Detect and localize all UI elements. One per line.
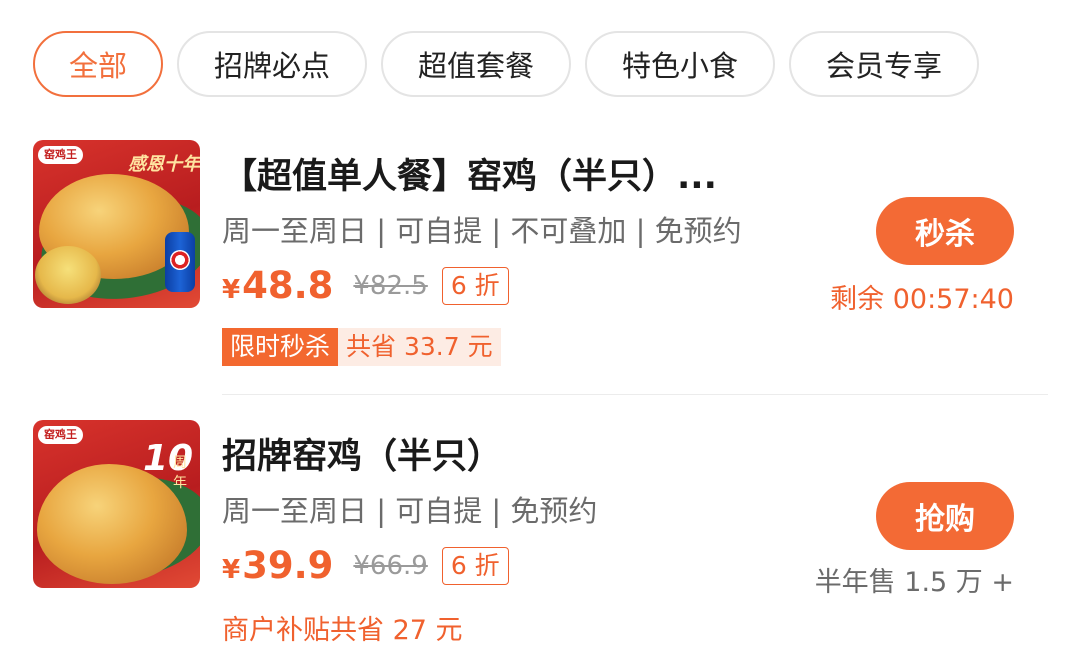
original-price: ¥82.5 [353,270,428,301]
discount-badge: 6 折 [441,546,509,585]
flash-sale-badge: 限时秒杀 共省 33.7 元 [222,328,501,366]
category-tabs: 全部 招牌必点 超值套餐 特色小食 会员专享 [33,31,979,97]
product-image[interactable]: 窑鸡王 感恩十年 [33,140,200,308]
product-terms: 周一至周日 | 可自提 | 免预约 [222,494,598,528]
product-title[interactable]: 【超值单人餐】窑鸡（半只）... [222,148,717,199]
currency-symbol: ¥ [222,275,241,305]
product-terms: 周一至周日 | 可自提 | 不可叠加 | 免预约 [222,214,742,248]
currency-symbol: ¥ [222,555,241,585]
fried-rice-image [35,246,101,304]
divider [222,394,1048,395]
anniversary-label: 周年 [173,455,187,491]
savings-text: 共省 33.7 元 [338,328,501,366]
price-value: 48.8 [242,264,334,307]
brand-logo: 窑鸡王 [38,426,83,444]
flash-sale-tag: 限时秒杀 [222,328,339,366]
discount-badge: 6 折 [441,266,509,305]
deal-card-single-meal[interactable]: 窑鸡王 感恩十年 【超值单人餐】窑鸡（半只）... 周一至周日 | 可自提 | … [0,140,1080,372]
brand-logo: 窑鸡王 [38,146,83,164]
flash-sale-button[interactable]: 秒杀 [876,197,1014,265]
tab-value-combo[interactable]: 超值套餐 [381,31,571,97]
price-row: ¥ 39.9 ¥66.9 6 折 [222,544,509,587]
product-image[interactable]: 窑鸡王 10 周年 [33,420,200,588]
merchant-subsidy-text: 商户补贴共省 27 元 [222,615,463,646]
product-title[interactable]: 招牌窑鸡（半只） [222,428,502,479]
buy-now-button[interactable]: 抢购 [876,482,1014,550]
sales-count: 半年售 1.5 万 + [814,567,1014,598]
price-value: 39.9 [242,544,334,587]
tab-all[interactable]: 全部 [33,31,163,97]
sale-price: ¥ 39.9 [222,544,333,587]
countdown-timer: 剩余 00:57:40 [830,284,1014,315]
tab-snacks[interactable]: 特色小食 [585,31,775,97]
tab-signature[interactable]: 招牌必点 [177,31,367,97]
tab-member[interactable]: 会员专享 [789,31,979,97]
original-price: ¥66.9 [353,550,428,581]
promo-banner-text: 感恩十年 [128,154,200,175]
soda-can-image [165,232,195,292]
deal-card-signature-chicken[interactable]: 窑鸡王 10 周年 招牌窑鸡（半只） 周一至周日 | 可自提 | 免预约 ¥ 3… [0,420,1080,660]
sale-price: ¥ 48.8 [222,264,333,307]
price-row: ¥ 48.8 ¥82.5 6 折 [222,264,509,307]
